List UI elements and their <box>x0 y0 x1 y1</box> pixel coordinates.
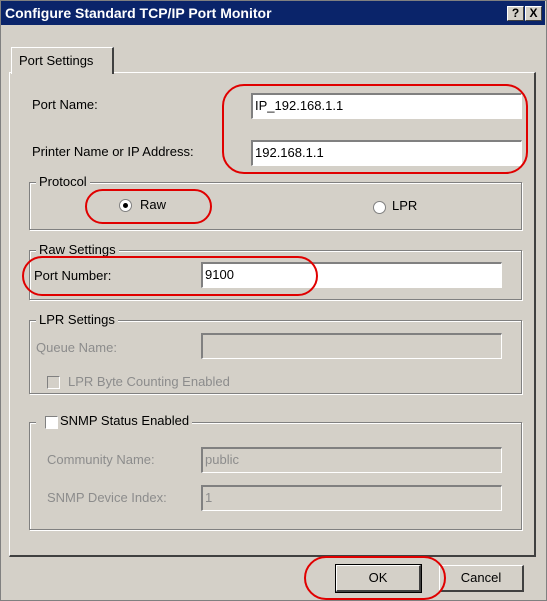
community-name-label: Community Name: <box>47 452 155 467</box>
snmp-group <box>29 422 522 530</box>
snmp-device-index-label: SNMP Device Index: <box>47 490 167 505</box>
port-name-label: Port Name: <box>32 97 98 112</box>
lpr-settings-legend: LPR Settings <box>36 312 118 327</box>
highlight-ok-button <box>304 556 446 600</box>
lpr-radio[interactable] <box>373 201 386 214</box>
lpr-byte-counting-label: LPR Byte Counting Enabled <box>68 374 230 389</box>
highlight-port-fields <box>222 84 528 174</box>
lpr-byte-counting-checkbox[interactable] <box>47 376 60 389</box>
highlight-raw-radio <box>85 189 212 224</box>
printer-address-label: Printer Name or IP Address: <box>32 144 194 159</box>
highlight-port-number <box>22 256 318 296</box>
snmp-enabled-checkbox[interactable] <box>45 416 58 429</box>
tab-port-settings[interactable]: Port Settings <box>11 47 114 74</box>
raw-settings-legend: Raw Settings <box>36 242 119 257</box>
snmp-enabled-label[interactable]: SNMP Status Enabled <box>36 413 193 428</box>
lpr-radio-label[interactable]: LPR <box>392 198 417 213</box>
title-bar[interactable]: Configure Standard TCP/IP Port Monitor ?… <box>1 1 545 25</box>
queue-name-label: Queue Name: <box>36 340 117 355</box>
snmp-device-index-input[interactable]: 1 <box>201 485 502 511</box>
window-title: Configure Standard TCP/IP Port Monitor <box>5 5 272 21</box>
queue-name-input[interactable] <box>201 333 502 359</box>
close-button[interactable]: X <box>525 6 542 21</box>
protocol-legend: Protocol <box>36 174 90 189</box>
community-name-input[interactable]: public <box>201 447 502 473</box>
help-button[interactable]: ? <box>507 6 524 21</box>
cancel-button[interactable]: Cancel <box>439 565 524 592</box>
